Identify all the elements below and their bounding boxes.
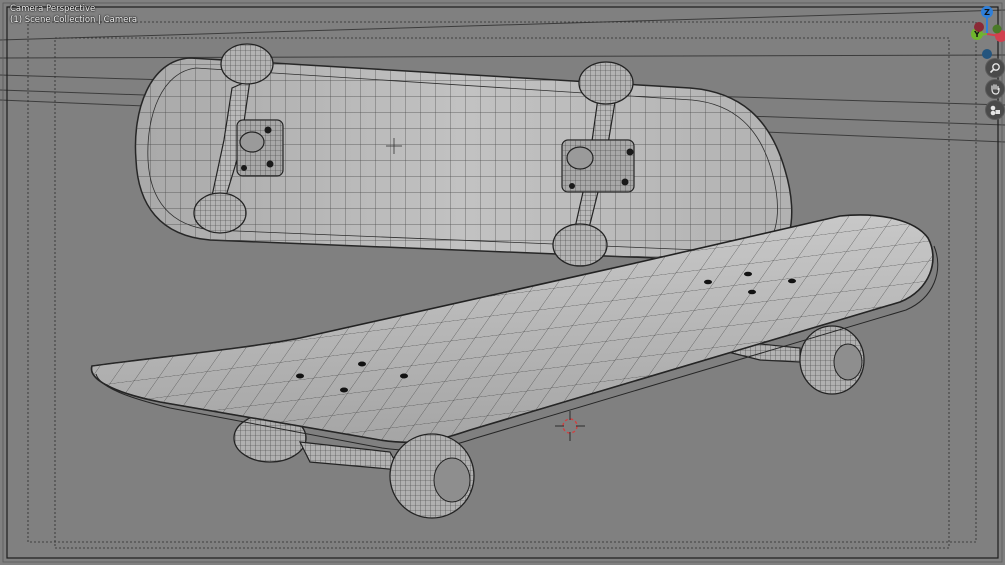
zoom-magnifier-icon: [989, 63, 1000, 74]
pan-hand-icon: [991, 84, 1000, 95]
navigation-gizmo[interactable]: Z Y: [957, 4, 1005, 64]
neg-z-axis-handle[interactable]: [982, 49, 992, 59]
pan-button[interactable]: [986, 80, 1004, 98]
skateboard-upper: [134, 43, 793, 267]
skateboard-lower: [90, 214, 939, 519]
camera-view-icon: [990, 105, 1000, 116]
neg-y-axis-handle[interactable]: [992, 24, 1002, 34]
z-axis-label: Z: [984, 8, 990, 17]
zoom-button[interactable]: [986, 59, 1004, 77]
scene-render: [0, 2, 1005, 563]
collection-path-label: (1) Scene Collection | Camera: [10, 15, 138, 25]
3d-cursor-icon: [555, 411, 585, 441]
view-name-label: Camera Perspective: [10, 4, 96, 14]
neg-x-axis-handle[interactable]: [974, 22, 984, 32]
camera-view-button[interactable]: [986, 101, 1004, 119]
3d-viewport[interactable]: Camera Perspective (1) Scene Collection …: [0, 0, 1005, 565]
